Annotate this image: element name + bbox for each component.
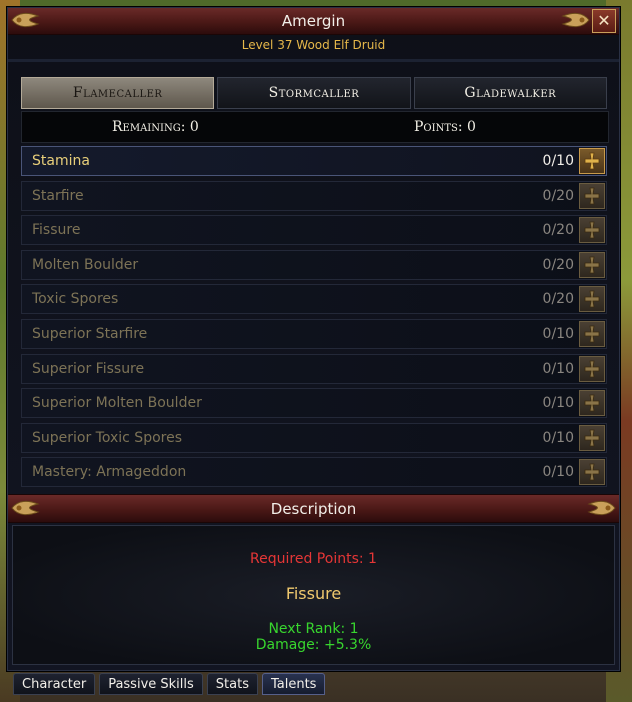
add-talent-button[interactable] [579,148,605,174]
talent-row[interactable]: Molten Boulder 0/20 [21,249,607,280]
damage-bonus: Damage: +5.3% [255,637,372,653]
talent-row[interactable]: Fissure 0/20 [21,215,607,246]
talent-rank: 0/10 [542,395,574,412]
leaf-ornament-icon [587,500,616,516]
talent-row[interactable]: Starfire 0/20 [21,180,607,211]
talent-name: Toxic Spores [32,291,119,308]
tab-gladewalker[interactable]: Gladewalker [413,77,607,109]
talent-name: Mastery: Armageddon [32,464,187,481]
talent-rank: 0/10 [542,464,574,481]
add-talent-button[interactable] [579,286,605,313]
talent-name: Superior Molten Boulder [32,395,202,412]
add-talent-button[interactable] [579,217,605,244]
points-summary: Remaining: 0 Points: 0 [21,111,609,143]
plus-cross-icon [584,152,600,170]
plus-cross-icon [584,360,600,377]
add-talent-button[interactable] [579,182,605,209]
talent-rank: 0/20 [542,256,574,273]
add-talent-button[interactable] [579,251,605,278]
selected-talent-name: Fissure [285,584,342,603]
plus-cross-icon [584,221,600,239]
description-title: Description [270,500,357,518]
plus-cross-icon [584,394,600,412]
talent-rank: 0/10 [542,153,574,169]
talent-row[interactable]: Superior Toxic Spores 0/10 [21,422,607,453]
plus-cross-icon [584,325,600,343]
talent-row[interactable]: Superior Fissure 0/10 [21,353,607,384]
talent-row[interactable]: Superior Starfire 0/10 [21,318,607,349]
add-talent-button[interactable] [579,459,605,486]
talent-rank: 0/10 [542,360,574,377]
add-talent-button[interactable] [579,355,605,382]
plus-cross-icon [584,256,600,274]
talent-name: Stamina [32,153,90,169]
talent-row[interactable]: Stamina 0/10 [21,146,607,176]
talent-tree-tabs: Flamecaller Stormcaller Gladewalker [21,77,607,109]
plus-cross-icon [584,429,600,447]
talent-rank: 0/10 [542,325,574,342]
bottom-tab-bar: Character Passive Skills Stats Talents [13,673,326,695]
description-header: Description [8,494,619,523]
talent-row[interactable]: Toxic Spores 0/20 [21,284,607,315]
plus-cross-icon [584,187,600,204]
remaining-points: Remaining: 0 [112,119,199,135]
talent-rank: 0/20 [542,187,574,204]
title-bar[interactable]: Amergin ✕ [8,8,619,35]
plus-cross-icon [584,463,600,481]
talent-rank: 0/20 [542,222,574,239]
talent-name: Starfire [32,187,84,204]
required-points: Required Points: 1 [250,551,377,567]
add-talent-button[interactable] [579,390,605,417]
tab-stormcaller[interactable]: Stormcaller [217,77,411,109]
talent-name: Superior Toxic Spores [32,429,183,446]
talent-rank: 0/20 [542,291,574,308]
leaf-ornament-icon [561,12,590,28]
talent-name: Molten Boulder [32,256,139,273]
talent-name: Fissure [32,222,81,239]
divider [8,59,619,62]
talent-name: Superior Starfire [32,325,148,342]
character-subtitle: Level 37 Wood Elf Druid [241,38,386,52]
tab-talents[interactable]: Talents [261,673,326,695]
next-rank: Next Rank: 1 [268,621,359,637]
tab-passive-skills[interactable]: Passive Skills [99,673,203,695]
tab-character[interactable]: Character [13,673,96,695]
talents-window: Amergin ✕ Level 37 Wood Elf Druid Flamec… [7,7,620,671]
talent-row[interactable]: Mastery: Armageddon 0/10 [21,457,607,488]
close-icon: ✕ [597,11,611,30]
talent-rank: 0/10 [542,429,574,446]
talent-row[interactable]: Superior Molten Boulder 0/10 [21,388,607,419]
close-button[interactable]: ✕ [592,9,616,33]
description-panel: Required Points: 1 Fissure Next Rank: 1 … [12,525,615,665]
spent-points: Points: 0 [414,119,476,135]
talent-list: Stamina 0/10 Starfire 0/20 Fissure 0/20 … [21,146,607,492]
plus-cross-icon [584,290,600,308]
add-talent-button[interactable] [579,424,605,451]
add-talent-button[interactable] [579,320,605,347]
talent-name: Superior Fissure [32,360,145,377]
tab-stats[interactable]: Stats [206,673,258,695]
tab-flamecaller[interactable]: Flamecaller [21,77,215,109]
character-name: Amergin [281,12,346,30]
